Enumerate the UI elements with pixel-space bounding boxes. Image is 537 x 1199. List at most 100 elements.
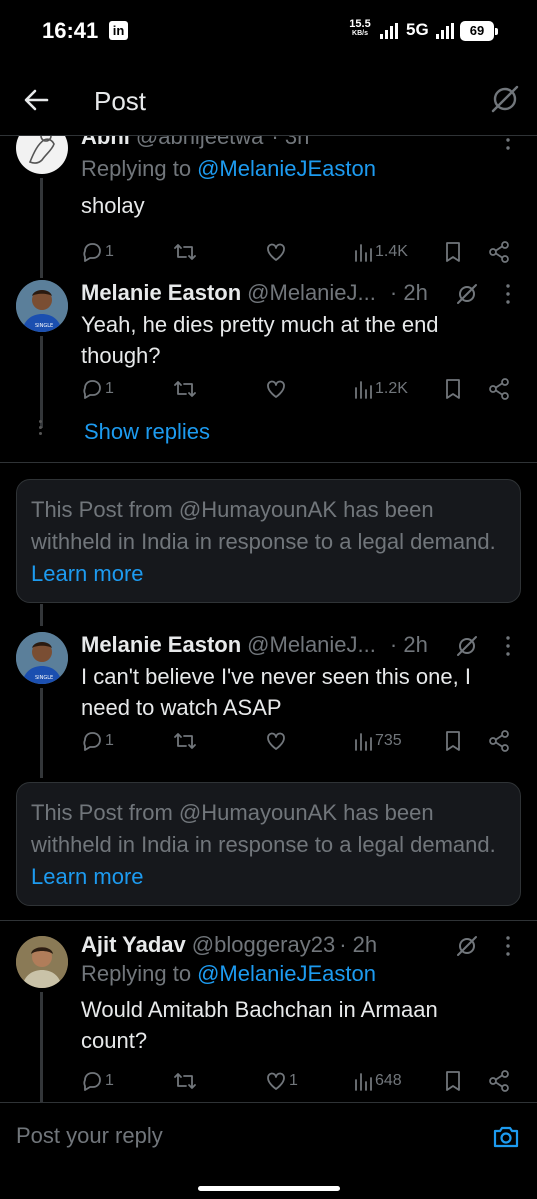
- more-options-icon[interactable]: [496, 282, 520, 306]
- share-icon[interactable]: [487, 376, 511, 402]
- reply-count: 1: [105, 243, 114, 260]
- like-button[interactable]: [265, 728, 289, 754]
- top-app-bar: Post: [0, 64, 537, 136]
- author-name[interactable]: Ajit Yadav: [81, 932, 186, 957]
- divider: [0, 462, 537, 463]
- repost-button[interactable]: [173, 239, 199, 265]
- more-options-icon[interactable]: [496, 634, 520, 658]
- tweet-actions: 1 1.2K: [81, 376, 521, 402]
- replying-to: Replying to @MelanieJEaston: [81, 961, 376, 987]
- repost-button[interactable]: [173, 728, 199, 754]
- reply-tweet[interactable]: SINGLE Melanie Easton @MelanieJ... · 2h I …: [0, 604, 537, 788]
- bookmark-icon[interactable]: [443, 1068, 463, 1094]
- view-count: 648: [375, 1072, 402, 1089]
- bookmark-icon[interactable]: [443, 239, 463, 265]
- views-button[interactable]: 648: [353, 1068, 402, 1094]
- more-options-icon[interactable]: [496, 934, 520, 958]
- tweet-text: Would Amitabh Bachchan in Armaan count?: [81, 997, 438, 1053]
- replying-to-link[interactable]: @MelanieJEaston: [197, 156, 376, 181]
- learn-more-link[interactable]: Learn more: [31, 561, 144, 586]
- avatar[interactable]: [16, 136, 68, 174]
- status-bar: 16:41 in 15.5 KB/s 5G 69: [0, 0, 537, 64]
- network-speed: 15.5 KB/s: [346, 19, 374, 38]
- views-button[interactable]: 1.4K: [353, 239, 408, 265]
- replying-to-label: Replying to: [81, 156, 192, 181]
- reply-button[interactable]: 1: [81, 239, 114, 265]
- like-count: 1: [289, 1072, 298, 1089]
- network-speed-unit: KB/s: [352, 30, 368, 37]
- reply-button[interactable]: 1: [81, 376, 114, 402]
- thread-line: [40, 992, 43, 1102]
- repost-button[interactable]: [173, 376, 199, 402]
- tweet-time: 2h: [403, 280, 428, 305]
- views-button[interactable]: 735: [353, 728, 402, 754]
- show-replies-link[interactable]: Show replies: [84, 419, 210, 445]
- share-icon[interactable]: [487, 239, 511, 265]
- learn-more-link[interactable]: Learn more: [31, 864, 144, 889]
- tweet-text: sholay: [81, 193, 145, 218]
- view-count: 1.2K: [375, 380, 408, 397]
- author-name[interactable]: Abhi: [81, 136, 130, 149]
- replying-to-link[interactable]: @MelanieJEaston: [197, 961, 376, 986]
- more-options-icon[interactable]: [496, 136, 520, 152]
- tweet-text: Yeah, he dies pretty much at the end tho…: [81, 312, 439, 368]
- author-handle[interactable]: @abhijeetwa: [136, 136, 264, 149]
- withheld-notice: This Post from @HumayounAK has been with…: [16, 479, 521, 603]
- like-button[interactable]: [265, 239, 289, 265]
- withheld-text: This Post from @HumayounAK has been with…: [31, 497, 496, 554]
- avatar[interactable]: [16, 936, 68, 988]
- tweet-header: Melanie Easton @MelanieJ... · 2h: [81, 280, 428, 305]
- tweet-actions: 1 735: [81, 728, 521, 754]
- share-icon[interactable]: [487, 728, 511, 754]
- like-button[interactable]: 1: [265, 1068, 298, 1094]
- reply-button[interactable]: 1: [81, 728, 114, 754]
- signal-icon: [380, 23, 400, 39]
- thread-line: [40, 604, 43, 626]
- reply-count: 1: [105, 380, 114, 397]
- camera-icon[interactable]: [492, 1123, 520, 1151]
- divider: [0, 920, 537, 921]
- back-arrow-icon[interactable]: [20, 84, 52, 116]
- thread-line: [40, 264, 43, 274]
- signal-icon: [436, 23, 456, 39]
- share-icon[interactable]: [487, 1068, 511, 1094]
- reply-count: 1: [105, 1072, 114, 1089]
- tweet-time: 2h: [352, 932, 378, 957]
- like-button[interactable]: [265, 376, 289, 402]
- author-handle[interactable]: @MelanieJ...: [247, 632, 376, 657]
- avatar[interactable]: SINGLE: [16, 632, 68, 684]
- tweet-text: I can't believe I've never seen this one…: [81, 664, 471, 720]
- reply-button[interactable]: 1: [81, 1068, 114, 1094]
- tweet-time: 3h: [284, 136, 310, 149]
- views-button[interactable]: 1.2K: [353, 376, 408, 402]
- thread-line: [40, 688, 43, 778]
- linkedin-notification-icon: in: [109, 21, 128, 40]
- grok-icon[interactable]: [455, 934, 479, 958]
- author-handle[interactable]: @MelanieJ...: [247, 280, 376, 305]
- reply-tweet[interactable]: Abhi @abhijeetwa · 3h Replying to @MelanieJ…: [0, 136, 537, 278]
- withheld-notice: This Post from @HumayounAK has been with…: [16, 782, 521, 906]
- reply-composer[interactable]: Post your reply: [0, 1102, 537, 1172]
- view-count: 735: [375, 732, 402, 749]
- reply-tweet[interactable]: Ajit Yadav @bloggeray23 · 2h Replying to @M…: [0, 932, 537, 1102]
- withheld-text: This Post from @HumayounAK has been with…: [31, 800, 496, 857]
- gesture-nav-bar[interactable]: [198, 1186, 340, 1191]
- thread-line: [40, 178, 43, 278]
- grok-icon[interactable]: [455, 634, 479, 658]
- author-name[interactable]: Melanie Easton: [81, 280, 241, 305]
- repost-button[interactable]: [173, 1068, 199, 1094]
- replying-to: Replying to @MelanieJEaston: [81, 156, 376, 182]
- collapsed-replies-dots: [39, 420, 43, 438]
- avatar[interactable]: SINGLE: [16, 280, 68, 332]
- tweet-actions: 1 1.4K: [81, 239, 521, 265]
- author-handle[interactable]: @bloggeray23: [192, 932, 335, 957]
- grok-icon[interactable]: [455, 282, 479, 306]
- reply-thread: Abhi @abhijeetwa · 3h Replying to @MelanieJ…: [0, 136, 537, 1102]
- bookmark-icon[interactable]: [443, 728, 463, 754]
- battery-icon: 69: [460, 21, 498, 41]
- bookmark-icon[interactable]: [443, 376, 463, 402]
- reply-input[interactable]: Post your reply: [16, 1123, 163, 1149]
- grok-icon[interactable]: [488, 82, 522, 116]
- reply-tweet[interactable]: SINGLE Melanie Easton @MelanieJ... · 2h Ye…: [0, 264, 537, 466]
- author-name[interactable]: Melanie Easton: [81, 632, 241, 657]
